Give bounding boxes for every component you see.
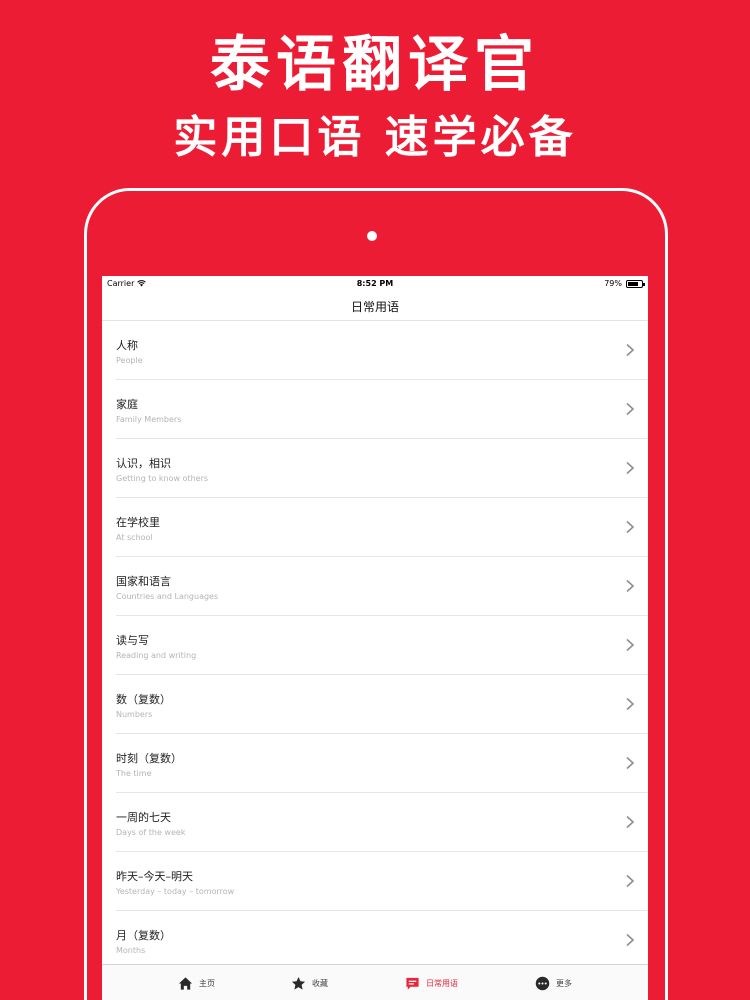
list-item-subtitle: Family Members (116, 415, 182, 424)
list-item-subtitle: People (116, 356, 143, 365)
list-item[interactable]: 人称 People (116, 321, 648, 380)
chevron-right-icon (626, 874, 635, 888)
promo-title: 泰语翻译官 (210, 30, 540, 100)
list-item-title: 读与写 (116, 634, 149, 647)
list-item[interactable]: 月（复数） Months (116, 911, 648, 964)
star-icon (291, 976, 306, 990)
list-item-title: 国家和语言 (116, 575, 171, 588)
list-item-title: 数（复数） (116, 693, 171, 706)
list-item-subtitle: Getting to know others (116, 474, 209, 483)
list-item[interactable]: 数（复数） Numbers (116, 675, 648, 734)
list-item-subtitle: Yesterday – today – tomorrow (116, 887, 235, 896)
status-battery: 79% (604, 279, 645, 288)
camera-icon (367, 231, 377, 241)
list-item-subtitle: Days of the week (116, 828, 186, 837)
list-item-title: 月（复数） (116, 929, 171, 942)
list-item[interactable]: 认识，相识 Getting to know others (116, 439, 648, 498)
list-item[interactable]: 一周的七天 Days of the week (116, 793, 648, 852)
chevron-right-icon (626, 520, 635, 534)
list-item[interactable]: 昨天–今天–明天 Yesterday – today – tomorrow (116, 852, 648, 911)
list-item[interactable]: 国家和语言 Countries and Languages (116, 557, 648, 616)
more-icon (535, 976, 550, 990)
chevron-right-icon (626, 461, 635, 475)
page-title: 日常用语 (350, 300, 399, 314)
list-item[interactable]: 在学校里 At school (116, 498, 648, 557)
chevron-right-icon (626, 815, 635, 829)
tab-more[interactable]: 更多 (535, 965, 572, 1000)
list-item-subtitle: The time (116, 769, 152, 778)
chevron-right-icon (626, 343, 635, 357)
tab-label: 更多 (556, 978, 572, 988)
list-item-title: 在学校里 (116, 516, 160, 529)
app-screen: Carrier 8:52 PM 79% 日常用语 人称 People 家庭 Famil… (102, 276, 648, 1000)
list-item-title: 认识，相识 (116, 457, 171, 470)
home-icon (178, 976, 193, 990)
list-item-title: 人称 (116, 339, 138, 352)
tab-favorites[interactable]: 收藏 (291, 965, 328, 1000)
list-item-title: 时刻（复数） (116, 752, 182, 765)
list-item[interactable]: 家庭 Family Members (116, 380, 648, 439)
tab-bar: 主页 收藏 日常用语 更多 (102, 964, 648, 1000)
chat-icon (406, 977, 419, 990)
chevron-right-icon (626, 638, 635, 652)
tab-label: 日常用语 (426, 978, 458, 988)
chevron-right-icon (626, 933, 635, 947)
battery-fill (628, 281, 639, 286)
battery-percent: 79% (604, 279, 622, 288)
chevron-right-icon (626, 697, 635, 711)
list-item-subtitle: Reading and writing (116, 651, 197, 660)
list-item-title: 一周的七天 (116, 811, 171, 824)
list-item[interactable]: 时刻（复数） The time (116, 734, 648, 793)
tab-daily-phrases[interactable]: 日常用语 (405, 965, 458, 1000)
list-item-subtitle: Countries and Languages (116, 592, 219, 601)
tab-label: 主页 (199, 978, 215, 988)
list-item-title: 家庭 (116, 398, 138, 411)
chevron-right-icon (626, 402, 635, 416)
tab-home[interactable]: 主页 (178, 965, 215, 1000)
battery-icon (626, 279, 645, 288)
phrase-category-list[interactable]: 人称 People 家庭 Family Members 认识，相识 Getting to … (102, 320, 648, 964)
tab-label: 收藏 (312, 978, 328, 988)
list-item-subtitle: Months (116, 946, 146, 955)
list-item[interactable]: 读与写 Reading and writing (116, 616, 648, 675)
list-item-subtitle: Numbers (116, 710, 153, 719)
status-time: 8:52 PM (356, 279, 394, 288)
chevron-right-icon (626, 579, 635, 593)
chevron-right-icon (626, 756, 635, 770)
list-item-subtitle: At school (116, 533, 153, 542)
promo-subtitle: 实用口语 速学必备 (173, 112, 577, 163)
list-item-title: 昨天–今天–明天 (116, 870, 193, 883)
status-bar: Carrier 8:52 PM 79% (102, 276, 648, 292)
